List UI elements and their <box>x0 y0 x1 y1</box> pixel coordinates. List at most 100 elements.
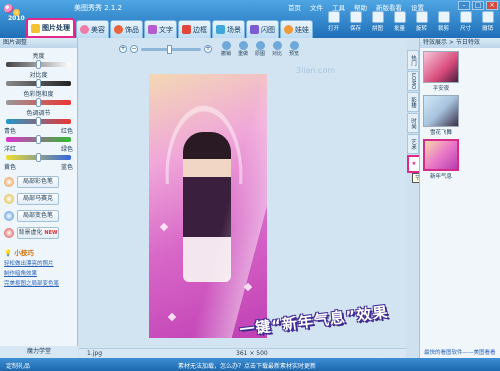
preview-icon <box>289 41 299 50</box>
local-color-pen-button[interactable]: 局部彩色笔 <box>17 176 59 188</box>
resize-button[interactable]: 尺寸 <box>457 11 474 32</box>
close-icon[interactable]: × <box>486 1 498 10</box>
category-lomo[interactable]: LOMO <box>407 71 419 91</box>
text-icon <box>148 25 157 34</box>
local-mosaic[interactable]: 局部马赛克 <box>4 193 77 205</box>
open-button[interactable]: 打开 <box>325 11 342 32</box>
local-recolor-pen[interactable]: 局部变色笔 <box>4 210 77 222</box>
magenta-green-slider[interactable] <box>6 135 71 144</box>
pencil-icon <box>31 23 40 33</box>
rotate-button[interactable]: 旋转 <box>413 11 430 32</box>
tab-label: 图片处理 <box>42 24 70 32</box>
undo-button[interactable]: 撤销 <box>219 41 233 57</box>
tip-link[interactable]: 制作暗角效果 <box>4 269 77 277</box>
status-bar: 定制礼品 素材无法加载，怎么办？点击下载最新素材实时更新 <box>0 358 500 371</box>
app-title: 美图秀秀 2.1.2 <box>74 4 123 12</box>
title-bar: 2010 美图秀秀 2.1.2 首页 文件 工具 帮助 新版看看 设置 – □ … <box>0 0 500 38</box>
effect-snowflakes[interactable]: 雪花飞舞 <box>423 95 459 136</box>
tab-beauty[interactable]: 美容 <box>76 20 109 38</box>
tab-label: 文字 <box>159 25 173 34</box>
background-blur-button[interactable]: 背景虚化 NEW <box>17 227 59 239</box>
tip-link[interactable]: 完美抠图之局部变色笔 <box>4 279 77 287</box>
slider-handle[interactable] <box>36 135 41 144</box>
menu-item-file[interactable]: 文件 <box>310 2 323 12</box>
effect-new-year[interactable]: 新年气息 <box>423 139 459 180</box>
tab-label: 饰品 <box>125 25 139 34</box>
cyan-red-slider[interactable] <box>6 117 71 126</box>
magenta-green-labels: 洋红 绿色 <box>4 146 73 153</box>
category-hot[interactable]: 热门 <box>407 50 419 70</box>
local-mosaic-button[interactable]: 局部马赛克 <box>17 193 59 205</box>
effect-christmas-eve[interactable]: 平安夜 <box>423 51 459 92</box>
tab-label: 娃娃 <box>295 25 309 34</box>
canvas-area: + − + 撤销 重做 原图 对比 预览 3lian.com 一键“新年气息”效… <box>79 38 406 358</box>
effect-categories: 热门 LOMO 影楼 时尚 艺术 ★ <box>407 50 421 174</box>
canvas-toolbar: + − + 撤销 重做 原图 对比 预览 <box>119 41 301 57</box>
tab-frames[interactable]: 边框 <box>178 20 211 38</box>
undo-button[interactable]: 撤销 <box>479 11 496 32</box>
maximize-icon[interactable]: □ <box>472 1 484 10</box>
holiday-icon: ★ <box>411 161 417 167</box>
slider-handle[interactable] <box>36 98 41 107</box>
zoom-in-icon[interactable]: + <box>119 45 127 53</box>
new-badge: NEW <box>44 230 58 236</box>
slider-handle[interactable] <box>36 117 41 126</box>
thumbnail-image <box>423 139 459 171</box>
category-art[interactable]: 艺术 <box>407 134 419 154</box>
batch-button[interactable]: 批量 <box>391 11 408 32</box>
saturation-slider[interactable] <box>6 98 71 107</box>
background-blur[interactable]: 背景虚化 NEW <box>4 227 77 239</box>
tab-label: 闪图 <box>261 25 275 34</box>
category-fashion[interactable]: 时尚 <box>407 113 419 133</box>
contrast-slider[interactable] <box>6 79 71 88</box>
tab-doll[interactable]: 娃娃 <box>280 20 313 38</box>
category-studio[interactable]: 影楼 <box>407 92 419 112</box>
minimize-icon[interactable]: – <box>458 1 470 10</box>
redo-icon <box>238 41 248 50</box>
zoom-out-icon[interactable]: − <box>130 45 138 53</box>
brightness-label: 亮度 <box>32 53 45 60</box>
thumbnail-image <box>423 51 459 83</box>
tab-flash[interactable]: 闪图 <box>246 20 279 38</box>
custom-gift-link[interactable]: 定制礼品 <box>6 361 30 370</box>
material-update-link[interactable]: 素材无法加载，怎么办？点击下载最新素材实时更新 <box>178 361 316 370</box>
scene-icon <box>216 25 225 34</box>
preview-button[interactable]: 预览 <box>287 41 301 57</box>
tip-link[interactable]: 轻松做出漂亮的照片 <box>4 259 77 267</box>
slider-handle[interactable] <box>36 79 41 88</box>
photo-canvas[interactable] <box>149 74 267 338</box>
zoom-fit-icon[interactable]: + <box>204 45 212 53</box>
resize-icon <box>459 11 472 23</box>
tab-scenes[interactable]: 场景 <box>212 20 245 38</box>
brightness-slider[interactable] <box>6 60 71 69</box>
blur-icon <box>4 228 14 238</box>
canvas-status: 1.jpg 361 × 500 <box>79 348 406 358</box>
yellow-blue-slider[interactable] <box>6 153 71 162</box>
local-recolor-pen-button[interactable]: 局部变色笔 <box>17 210 59 222</box>
tab-accessories[interactable]: 饰品 <box>110 20 143 38</box>
save-icon <box>349 11 362 23</box>
heart-icon <box>114 25 123 34</box>
slider-handle[interactable] <box>36 153 41 162</box>
zoom-slider[interactable] <box>141 44 201 54</box>
local-color-pen[interactable]: 局部彩色笔 <box>4 176 77 188</box>
watermark: 3lian.com <box>296 66 336 75</box>
original-button[interactable]: 原图 <box>253 41 267 57</box>
crop-button[interactable]: 裁剪 <box>435 11 452 32</box>
magic-school-link[interactable]: 魔力学堂 <box>0 346 78 358</box>
face-icon <box>80 25 89 34</box>
tab-label: 美容 <box>91 25 105 34</box>
tab-image-processing[interactable]: 图片处理 <box>26 18 75 38</box>
tab-label: 场景 <box>227 25 241 34</box>
save-button[interactable]: 保存 <box>347 11 364 32</box>
compare-button[interactable]: 对比 <box>270 41 284 57</box>
panel-header: 图片调整 <box>0 38 77 48</box>
viewer-ad-link[interactable]: 最快的看图软件——美图看看 <box>424 348 496 356</box>
slider-handle[interactable] <box>36 60 41 69</box>
tab-text[interactable]: 文字 <box>144 20 177 38</box>
redo-button[interactable]: 重做 <box>236 41 250 57</box>
collage-button[interactable]: 拼图 <box>369 11 386 32</box>
zoom-handle[interactable] <box>167 44 172 54</box>
compare-icon <box>272 41 282 50</box>
menu-item-home[interactable]: 首页 <box>288 2 301 12</box>
